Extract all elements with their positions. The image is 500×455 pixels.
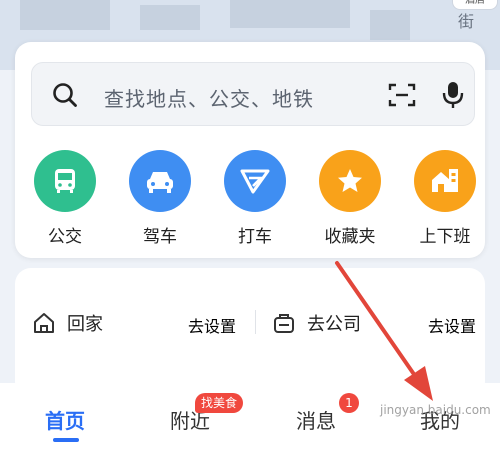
work-shortcut[interactable]: 去公司 — [273, 308, 361, 338]
quick-action-label: 打车 — [238, 227, 272, 247]
search-icon — [53, 83, 77, 107]
work-set-link[interactable]: 去设置 — [428, 313, 476, 337]
search-bar[interactable]: 查找地点、公交、地铁 — [31, 62, 475, 126]
nearby-badge: 找美食 — [195, 393, 244, 413]
watermark: jingyan.baidu.com — [380, 403, 491, 417]
active-tab-indicator — [53, 438, 79, 442]
bus-icon — [34, 150, 96, 212]
quick-action-favorites[interactable]: 收藏夹 — [315, 150, 385, 247]
tab-messages[interactable]: 消息 — [296, 405, 336, 434]
microphone-icon[interactable] — [442, 80, 464, 110]
quick-action-commute[interactable]: 上下班 — [410, 150, 480, 247]
scan-icon[interactable] — [388, 82, 416, 108]
tab-home[interactable]: 首页 — [45, 405, 85, 434]
star-icon — [319, 150, 381, 212]
map-block — [20, 0, 110, 30]
map-poi-label[interactable]: 酒店 — [452, 0, 498, 10]
map-block — [230, 0, 350, 28]
shortcut-card: 回家 去设置 去公司 去设置 — [15, 268, 485, 398]
bottom-tab-bar: 首页 附近 找美食 消息 1 我的 — [0, 383, 500, 455]
divider — [255, 310, 256, 334]
briefcase-icon — [274, 314, 294, 333]
map-block — [370, 10, 410, 40]
commute-icon — [414, 150, 476, 212]
car-icon — [129, 150, 191, 212]
quick-action-label: 驾车 — [143, 227, 177, 247]
search-input[interactable]: 查找地点、公交、地铁 — [104, 83, 314, 112]
home-shortcut[interactable]: 回家 — [33, 308, 103, 338]
home-set-link[interactable]: 去设置 — [188, 313, 236, 337]
quick-action-label: 公交 — [48, 227, 82, 247]
quick-action-drive[interactable]: 驾车 — [125, 150, 195, 247]
home-icon — [34, 313, 54, 333]
quick-action-bus[interactable]: 公交 — [30, 150, 100, 247]
map-block — [140, 5, 200, 30]
search-card: 查找地点、公交、地铁 公交 驾车 打车 收藏夹 上下班 — [15, 42, 485, 258]
work-label: 去公司 — [307, 314, 361, 335]
message-count-badge: 1 — [339, 393, 359, 413]
quick-action-taxi[interactable]: 打车 — [220, 150, 290, 247]
quick-action-label: 收藏夹 — [324, 227, 376, 247]
taxi-icon — [224, 150, 286, 212]
quick-action-label: 上下班 — [419, 227, 471, 247]
map-street-label: 街 — [457, 12, 474, 31]
home-label: 回家 — [67, 314, 103, 335]
